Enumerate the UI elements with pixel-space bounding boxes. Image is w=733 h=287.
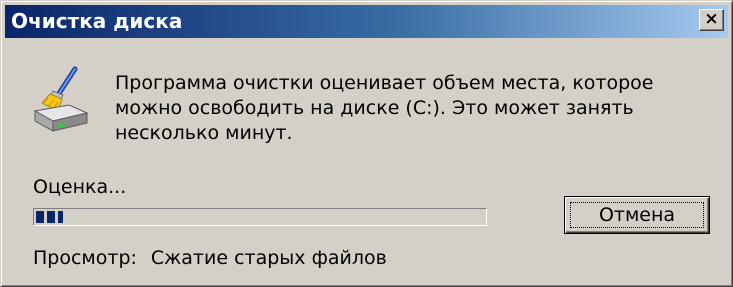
- scan-status-value: Сжатие старых файлов: [150, 247, 387, 269]
- close-button[interactable]: ×: [699, 9, 724, 31]
- close-icon: ×: [704, 9, 719, 29]
- title-bar[interactable]: Очистка диска ×: [5, 5, 728, 38]
- scan-message: Программа очистки оценивает объем места,…: [115, 72, 654, 144]
- status-label: Оценка...: [33, 176, 127, 198]
- disk-cleanup-dialog: Очистка диска × Программа очистки оценив…: [0, 0, 733, 287]
- cancel-button[interactable]: Отмена: [564, 196, 710, 234]
- scan-status-label: Просмотр:: [33, 247, 137, 269]
- window-title: Очистка диска: [11, 9, 183, 33]
- cancel-button-label: Отмена: [598, 204, 676, 226]
- progress-bar: [33, 208, 487, 226]
- progress-fill: [36, 211, 63, 223]
- disk-cleanup-icon: [31, 65, 91, 135]
- scan-status: Просмотр: Сжатие старых файлов: [33, 246, 387, 270]
